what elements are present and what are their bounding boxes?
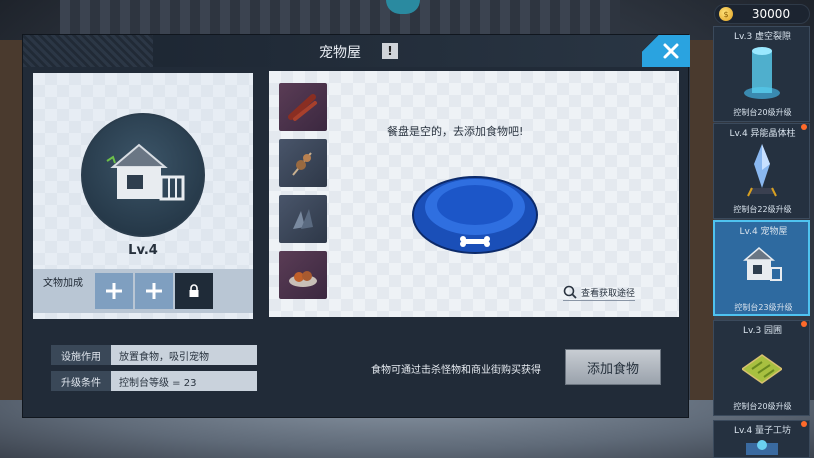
sidebar-item-sub: 控制台20级升级 xyxy=(733,108,792,117)
sidebar-item-pet-house[interactable]: Lv.4 宠物屋 控制台23级升级 xyxy=(713,220,810,316)
food-hint: 食物可通过击杀怪物和商业街购买获得 xyxy=(371,365,541,376)
skewer-icon xyxy=(292,152,312,176)
view-source-link[interactable]: 查看获取途径 xyxy=(563,285,636,301)
sidebar-item-title: Lv.4 宠物屋 xyxy=(739,227,788,237)
function-key: 设施作用 xyxy=(51,345,111,365)
function-value: 放置食物，吸引宠物 xyxy=(111,345,257,365)
sidebar-item-void-rift[interactable]: Lv.3 虚空裂隙 控制台20级升级 xyxy=(713,26,810,122)
building-level: Lv.4 xyxy=(128,243,158,258)
feeding-area: 餐盘是空的，去添加食物吧! 查看获取途径 xyxy=(269,71,679,317)
currency-amount: 30000 xyxy=(751,7,791,21)
relic-label: 文物加成 xyxy=(43,278,83,289)
currency-bar: $ 30000 xyxy=(714,4,810,24)
sidebar-item-sub: 控制台22级升级 xyxy=(733,205,792,214)
plus-icon xyxy=(146,283,162,299)
close-button[interactable] xyxy=(642,35,690,67)
background-wall-right xyxy=(690,40,714,458)
view-source-label: 查看获取途径 xyxy=(581,288,636,299)
garden-icon xyxy=(742,354,782,384)
search-icon xyxy=(563,285,577,299)
title-bar: 宠物屋 ! xyxy=(23,35,690,67)
food-slot-2[interactable] xyxy=(279,139,327,187)
food-slot-4[interactable] xyxy=(279,251,327,299)
upgrade-value: 控制台等级 = 23 xyxy=(111,371,257,391)
sidebar-item-garden[interactable]: Lv.3 园圃 控制台20级升级 xyxy=(713,320,810,416)
relic-bonus-row: 文物加成 xyxy=(33,269,253,313)
food-slot-1[interactable] xyxy=(279,83,327,131)
relic-slot-1[interactable] xyxy=(95,273,133,309)
building-sidebar: Lv.3 虚空裂隙 控制台20级升级 Lv.4 异能晶体柱 控制台22级升级 L… xyxy=(713,26,810,458)
food-plate-icon xyxy=(289,271,317,287)
relic-slot-locked[interactable] xyxy=(175,273,213,309)
void-rift-icon xyxy=(744,47,780,99)
sidebar-item-title: Lv.3 园圃 xyxy=(742,326,783,336)
upgrade-row: 升级条件 控制台等级 = 23 xyxy=(51,371,257,391)
pet-house-icon xyxy=(743,247,782,281)
crystal-pillar-icon xyxy=(747,144,777,197)
function-row: 设施作用 放置食物，吸引宠物 xyxy=(51,345,257,365)
sidebar-item-sub: 控制台23级升级 xyxy=(734,303,793,312)
upgrade-key: 升级条件 xyxy=(51,371,111,391)
pet-house-icon xyxy=(106,143,185,201)
crystal-shard-icon xyxy=(293,209,313,229)
panel-title: 宠物屋 xyxy=(319,45,361,61)
sidebar-item-sub: 控制台20级升级 xyxy=(733,402,792,411)
food-slot-3[interactable] xyxy=(279,195,327,243)
building-card: Lv.4 文物加成 xyxy=(33,73,253,319)
pet-bowl-icon xyxy=(412,176,538,254)
exclamation-icon[interactable]: ! xyxy=(382,43,398,59)
sidebar-item-title: Lv.3 虚空裂隙 xyxy=(733,32,792,42)
plus-icon xyxy=(106,283,122,299)
coin-icon: $ xyxy=(719,7,733,21)
title-pattern xyxy=(23,35,153,67)
pet-house-panel: 宠物屋 ! Lv.4 文物加成 餐盘是空的，去添加食物吧! 查看获取途径 设施作… xyxy=(22,34,690,418)
close-icon xyxy=(663,43,679,59)
sidebar-item-title: Lv.4 量子工坊 xyxy=(733,426,792,436)
sidebar-item-crystal-pillar[interactable]: Lv.4 异能晶体柱 控制台22级升级 xyxy=(713,123,810,219)
sidebar-item-title: Lv.4 异能晶体柱 xyxy=(729,129,796,139)
empty-bowl-message: 餐盘是空的，去添加食物吧! xyxy=(387,125,524,138)
meat-stick-icon xyxy=(288,94,317,121)
lock-icon xyxy=(189,284,199,297)
sidebar-item-quantum-workshop[interactable]: Lv.4 量子工坊 xyxy=(713,420,810,458)
add-food-button[interactable]: 添加食物 xyxy=(565,349,661,385)
quantum-workshop-icon xyxy=(746,440,778,455)
relic-slot-2[interactable] xyxy=(135,273,173,309)
building-portrait xyxy=(81,113,205,237)
